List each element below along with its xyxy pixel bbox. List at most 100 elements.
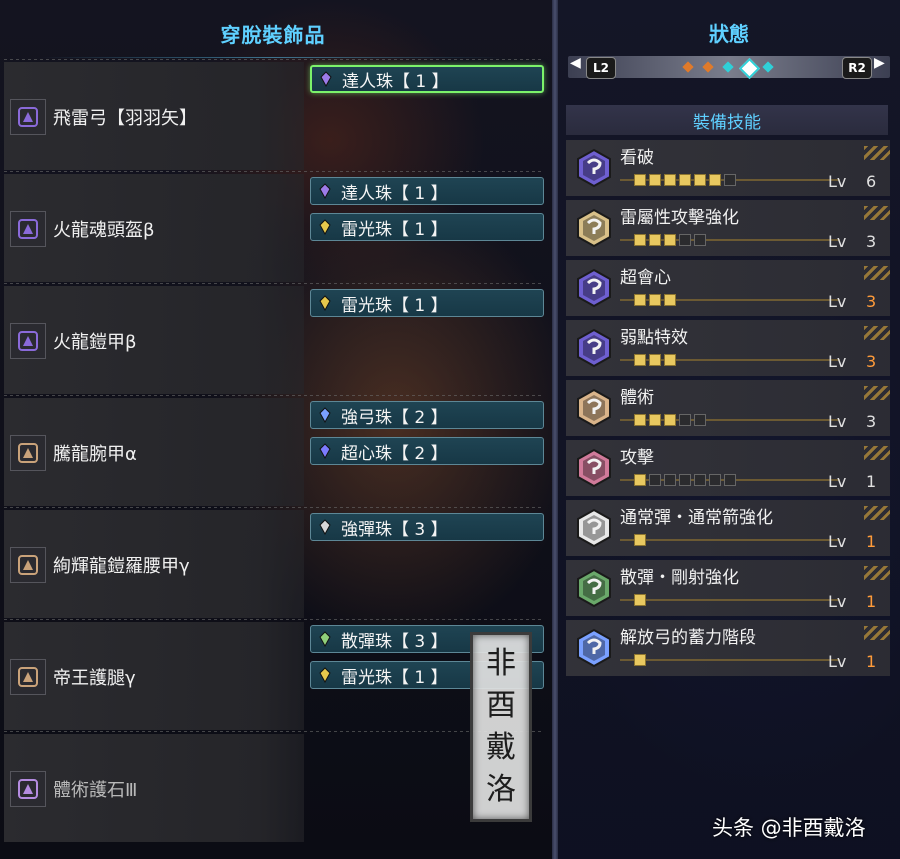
- watermark: 头条 @非酉戴洛: [712, 816, 866, 840]
- stamp-char: 非: [486, 646, 516, 681]
- skill-level-gauge: [620, 292, 840, 308]
- decoration-name: 達人珠【 1 】: [341, 183, 448, 204]
- decoration-gem-icon: [317, 518, 333, 536]
- skill-name: 通常彈・通常箭強化: [620, 508, 773, 528]
- row-divider: [4, 283, 542, 284]
- level-pip-filled: [649, 174, 661, 186]
- equipment-row[interactable]: 火龍鎧甲β 雷光珠【 1 】: [0, 283, 556, 394]
- skill-row[interactable]: 通常彈・通常箭強化 Lv 1: [566, 500, 890, 556]
- level-pip-filled: [664, 174, 676, 186]
- level-pip-filled: [634, 294, 646, 306]
- skill-level-gauge: [620, 652, 840, 668]
- level-value: 1: [866, 472, 877, 491]
- level-pip-filled: [634, 354, 646, 366]
- status-panel-title: 狀態: [709, 22, 749, 46]
- row-divider: [4, 59, 542, 60]
- decoration-name: 雷光珠【 1 】: [341, 219, 448, 240]
- charm-icon: [10, 771, 46, 807]
- skill-row[interactable]: 弱點特效 Lv 3: [566, 320, 890, 376]
- skill-row[interactable]: 攻擊 Lv 1: [566, 440, 890, 496]
- level-pip-empty: [724, 474, 736, 486]
- decoration-slot[interactable]: 雷光珠【 1 】: [310, 213, 544, 241]
- level-pip-filled: [634, 474, 646, 486]
- level-pip-filled: [679, 174, 691, 186]
- skill-jewel-icon: [574, 148, 614, 188]
- level-pip-filled: [634, 174, 646, 186]
- gauge-track: [620, 599, 840, 601]
- decoration-name: 雷光珠【 1 】: [341, 667, 448, 688]
- chevron-right-icon[interactable]: ▶: [874, 55, 885, 71]
- decoration-name: 散彈珠【 3 】: [341, 631, 448, 652]
- equipment-name: 火龍鎧甲β: [53, 332, 137, 353]
- level-pip-filled: [634, 234, 646, 246]
- decoration-slot[interactable]: 超心珠【 2 】: [310, 437, 544, 465]
- skill-name: 體術: [620, 388, 654, 408]
- equipment-name: 火龍魂頭盔β: [53, 220, 155, 241]
- skill-level-gauge: [620, 172, 840, 188]
- level-pip-empty: [664, 474, 676, 486]
- level-pip-empty: [679, 474, 691, 486]
- decoration-slot[interactable]: 強弓珠【 2 】: [310, 401, 544, 429]
- decoration-name: 雷光珠【 1 】: [341, 295, 448, 316]
- skill-jewel-icon: [574, 268, 614, 308]
- equipment-row[interactable]: 絢輝龍鎧羅腰甲γ 強彈珠【 3 】: [0, 507, 556, 618]
- level-label: Lv: [828, 292, 847, 311]
- decoration-slot[interactable]: 雷光珠【 1 】: [310, 289, 544, 317]
- skill-level-gauge: [620, 352, 840, 368]
- decoration-gem-icon: [317, 630, 333, 648]
- l2-button[interactable]: L2: [586, 57, 616, 79]
- level-label: Lv: [828, 172, 847, 191]
- skill-jewel-icon: [574, 388, 614, 428]
- skill-row[interactable]: 解放弓的蓄力階段 Lv 1: [566, 620, 890, 676]
- level-pip-filled: [664, 294, 676, 306]
- row-divider: [4, 619, 542, 620]
- level-label: Lv: [828, 412, 847, 431]
- level-pip-empty: [679, 414, 691, 426]
- skill-row[interactable]: 散彈・剛射強化 Lv 1: [566, 560, 890, 616]
- skill-name: 雷屬性攻擊強化: [620, 208, 739, 228]
- skill-jewel-icon: [574, 208, 614, 248]
- skill-row[interactable]: 體術 Lv 3: [566, 380, 890, 436]
- level-value: 3: [866, 232, 877, 251]
- decoration-gem-icon: [317, 442, 333, 460]
- skill-name: 弱點特效: [620, 328, 688, 348]
- level-pip-empty: [709, 474, 721, 486]
- skill-name: 散彈・剛射強化: [620, 568, 739, 588]
- stamp-char: 洛: [486, 772, 516, 807]
- decoration-gem-icon: [317, 294, 333, 312]
- r2-button[interactable]: R2: [842, 57, 872, 79]
- decoration-slot[interactable]: 達人珠【 1 】: [310, 177, 544, 205]
- level-pip-filled: [649, 294, 661, 306]
- equipment-row[interactable]: 騰龍腕甲α 強弓珠【 2 】超心珠【 2 】: [0, 395, 556, 506]
- equipment-row[interactable]: 火龍魂頭盔β 達人珠【 1 】雷光珠【 1 】: [0, 171, 556, 282]
- skill-level-gauge: [620, 532, 840, 548]
- gauntlet-icon: [10, 435, 46, 471]
- decoration-slot[interactable]: 強彈珠【 3 】: [310, 513, 544, 541]
- level-label: Lv: [828, 652, 847, 671]
- skill-jewel-icon: [574, 328, 614, 368]
- skill-row[interactable]: 看破 Lv 6: [566, 140, 890, 196]
- skill-row[interactable]: 超會心 Lv 3: [566, 260, 890, 316]
- bow-icon: [10, 99, 46, 135]
- level-value: 3: [866, 292, 877, 311]
- helmet-icon: [10, 211, 46, 247]
- level-value: 1: [866, 592, 877, 611]
- row-divider: [4, 507, 542, 508]
- skill-jewel-icon: [574, 568, 614, 608]
- row-divider: [4, 731, 542, 732]
- decoration-name: 強彈珠【 3 】: [341, 519, 448, 540]
- equipment-plate: [4, 734, 304, 842]
- level-label: Lv: [828, 232, 847, 251]
- stamp-char: 戴: [486, 730, 516, 765]
- chevron-left-icon[interactable]: ◀: [570, 55, 581, 71]
- decoration-slot[interactable]: 達人珠【 1 】: [310, 65, 544, 93]
- level-pip-filled: [634, 414, 646, 426]
- skill-jewel-icon: [574, 448, 614, 488]
- level-pip-filled: [709, 174, 721, 186]
- level-value: 6: [866, 172, 877, 191]
- level-label: Lv: [828, 592, 847, 611]
- equipment-row[interactable]: 飛雷弓【羽羽矢】 達人珠【 1 】: [0, 59, 556, 170]
- equipment-name: 騰龍腕甲α: [53, 444, 137, 465]
- skill-row[interactable]: 雷屬性攻擊強化 Lv 3: [566, 200, 890, 256]
- skill-level-gauge: [620, 232, 840, 248]
